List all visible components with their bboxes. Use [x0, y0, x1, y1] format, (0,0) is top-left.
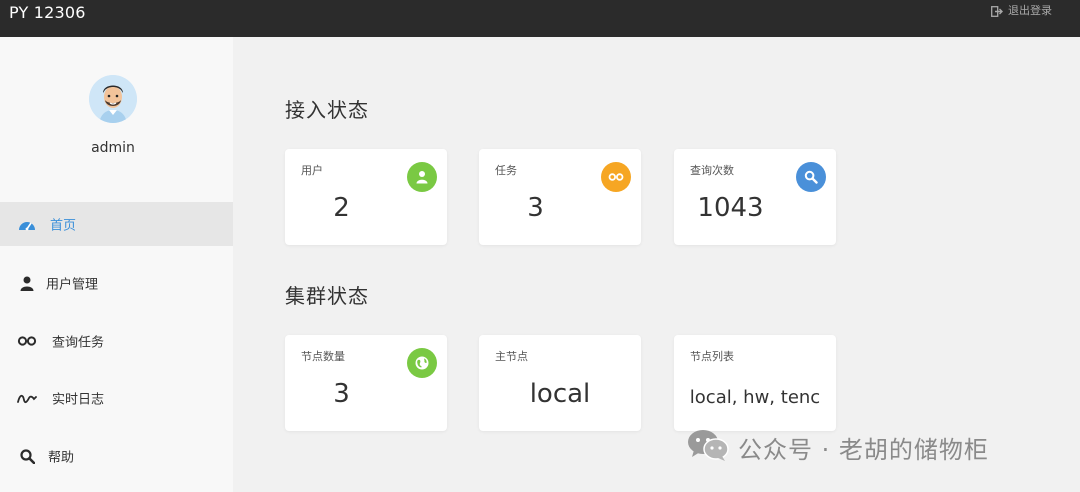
sidebar: admin 首页 用户管理 查询任务 实时日志 帮助 — [0, 37, 233, 492]
stat-card-query-count: 查询次数 1043 — [674, 149, 836, 245]
sidebar-item-home[interactable]: 首页 — [0, 202, 233, 246]
top-bar: PY 12306 退出登录 — [0, 0, 1080, 37]
stat-card-master-node: 主节点 local — [479, 335, 641, 431]
user-icon — [407, 162, 437, 192]
sidebar-item-label: 帮助 — [48, 450, 75, 466]
sidebar-item-label: 实时日志 — [52, 392, 105, 408]
card-value: 2 — [333, 193, 350, 223]
sidebar-item-label: 查询任务 — [52, 335, 105, 351]
watermark-text: 公众号 · 老胡的储物柜 — [738, 435, 989, 464]
app-brand[interactable]: PY 12306 — [9, 4, 86, 22]
card-value: local — [529, 379, 591, 409]
stat-card-node-count: 节点数量 3 — [285, 335, 447, 431]
sidebar-item-user-management[interactable]: 用户管理 — [0, 261, 233, 305]
card-label: 查询次数 — [690, 164, 734, 177]
stat-card-tasks: 任务 3 — [479, 149, 641, 245]
logout-button[interactable]: 退出登录 — [991, 4, 1052, 18]
sidebar-item-help[interactable]: 帮助 — [0, 434, 233, 478]
sidebar-item-label: 用户管理 — [46, 277, 99, 293]
user-icon — [17, 274, 37, 292]
wechat-icon — [686, 428, 730, 466]
card-value: local, hw, tenc — [689, 387, 821, 408]
search-icon — [17, 447, 37, 465]
card-value: 3 — [333, 379, 350, 409]
sidebar-item-realtime-log[interactable]: 实时日志 — [0, 376, 233, 420]
card-label: 任务 — [495, 164, 517, 177]
stat-card-users: 用户 2 — [285, 149, 447, 245]
card-label: 主节点 — [495, 350, 528, 363]
section-title-access-status: 接入状态 — [285, 98, 369, 122]
squiggle-icon — [17, 389, 37, 407]
infinity-icon — [17, 332, 37, 350]
stat-card-node-list: 节点列表 local, hw, tenc — [674, 335, 836, 431]
card-value: 3 — [527, 193, 544, 223]
sidebar-item-query-tasks[interactable]: 查询任务 — [0, 319, 233, 363]
sign-out-icon — [991, 5, 1003, 17]
watermark: 公众号 · 老胡的储物柜 — [686, 428, 989, 466]
globe-icon — [407, 348, 437, 378]
card-label: 节点数量 — [301, 350, 345, 363]
section-title-cluster-status: 集群状态 — [285, 284, 369, 308]
avatar[interactable] — [89, 75, 137, 123]
search-icon — [796, 162, 826, 192]
card-label: 用户 — [301, 164, 323, 177]
logout-label: 退出登录 — [1008, 4, 1052, 17]
card-label: 节点列表 — [690, 350, 734, 363]
dashboard-icon — [17, 215, 37, 233]
username: admin — [91, 140, 135, 156]
infinity-icon — [601, 162, 631, 192]
sidebar-item-label: 首页 — [50, 218, 77, 234]
card-value: 1043 — [697, 193, 764, 223]
